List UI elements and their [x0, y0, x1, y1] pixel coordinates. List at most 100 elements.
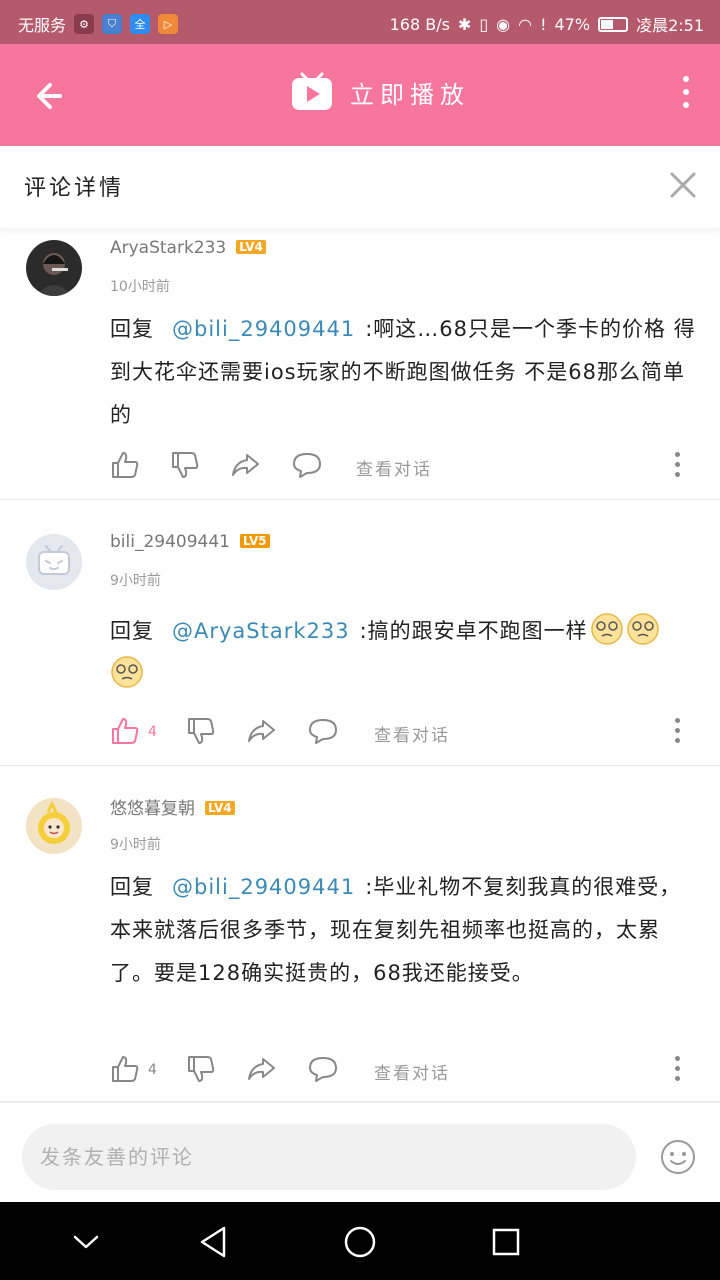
user-photo-icon: [36, 253, 72, 296]
like-button[interactable]: [110, 1054, 140, 1084]
system-nav-bar: [0, 1202, 720, 1280]
view-conversation-link[interactable]: 查看对话: [374, 1059, 450, 1084]
mention-link[interactable]: @bili_29409441: [172, 317, 355, 341]
full-icon: 全: [130, 14, 151, 34]
dislike-button[interactable]: [186, 1054, 216, 1084]
more-vertical-icon: [672, 718, 682, 743]
timestamp: 10小时前: [110, 279, 170, 295]
mention-link[interactable]: @bili_29409441: [172, 875, 355, 899]
dizzy-emoji-icon: [590, 613, 623, 645]
view-conversation-link[interactable]: 查看对话: [374, 721, 450, 746]
dizzy-emoji-icon: [626, 613, 659, 645]
nav-collapse-button[interactable]: [66, 1222, 106, 1262]
battery-icon: [598, 16, 629, 32]
back-button[interactable]: [30, 74, 74, 118]
comment-actions: 查看对话: [110, 450, 700, 484]
sim-alert-icon: !: [540, 14, 547, 34]
back-triangle-icon: [200, 1226, 226, 1258]
video-icon: ▷: [158, 14, 179, 34]
recents-square-icon: [492, 1228, 520, 1256]
status-bar: 无服务 ⚙ ⛉ 全 ▷ 168 B/s ✱ ▯ ◉ ◠ ! 47% 凌晨2:51: [0, 0, 720, 44]
username-row: AryaStark233 LV4: [110, 238, 266, 258]
thumbs-down-icon: [188, 718, 215, 744]
more-menu-button[interactable]: [678, 76, 694, 116]
share-button[interactable]: [246, 716, 276, 746]
more-vertical-icon: [678, 76, 694, 108]
share-button[interactable]: [246, 1054, 276, 1084]
username[interactable]: 悠悠暮复朝: [110, 799, 195, 819]
comment-item: bili_29409441 LV5 9小时前 回复 @AryaStark233:搞的…: [0, 500, 720, 766]
share-arrow-icon: [248, 720, 275, 742]
nav-home-button[interactable]: [340, 1222, 380, 1262]
mention-link[interactable]: @AryaStark233: [172, 619, 350, 643]
username[interactable]: AryaStark233: [110, 238, 226, 258]
dizzy-emoji-icon: [111, 656, 143, 688]
settings-icon: ⚙: [74, 14, 95, 34]
comment-more-button[interactable]: [672, 1056, 682, 1084]
chat-bubble-icon: [309, 1057, 337, 1082]
comment-more-button[interactable]: [672, 718, 682, 746]
panel-title: 评论详情: [24, 176, 125, 201]
nav-back-button[interactable]: [194, 1222, 234, 1262]
level-badge: LV4: [205, 801, 235, 815]
reply-button[interactable]: [292, 450, 322, 480]
timestamp: 9小时前: [110, 837, 161, 853]
dislike-button[interactable]: [186, 716, 216, 746]
reply-label: 回复: [110, 875, 154, 899]
reply-button[interactable]: [308, 1054, 338, 1084]
top-bar: 立即播放: [0, 44, 720, 146]
avatar[interactable]: [26, 534, 82, 590]
more-vertical-icon: [672, 452, 682, 477]
level-badge: LV4: [236, 240, 266, 254]
home-circle-icon: [344, 1226, 376, 1258]
chat-bubble-icon: [293, 453, 321, 478]
back-arrow-icon: [37, 83, 62, 109]
comment-item: AryaStark233 LV4 10小时前 回复 @bili_29409441:啊…: [0, 228, 720, 500]
reply-label: 回复: [110, 317, 154, 341]
net-speed: 168 B/s: [389, 14, 450, 34]
bluetooth-icon: ✱: [457, 14, 472, 34]
clock: 凌晨2:51: [636, 16, 704, 35]
avatar[interactable]: [26, 240, 82, 296]
share-arrow-icon: [248, 1058, 275, 1080]
username-row: 悠悠暮复朝 LV4: [110, 794, 235, 819]
comment-content: :搞的跟安卓不跑图一样: [359, 619, 588, 643]
thumbs-up-icon: [112, 1056, 139, 1082]
battery-text: 47%: [554, 14, 591, 34]
reply-button[interactable]: [308, 716, 338, 746]
smiley-icon: [661, 1140, 695, 1174]
vibrate-icon: ▯: [479, 14, 489, 34]
comment-text: 回复 @bili_29409441:毕业礼物不复刻我真的很难受，本来就落后很多季节…: [110, 866, 696, 995]
share-button[interactable]: [230, 450, 260, 480]
play-now-button[interactable]: 立即播放: [290, 72, 470, 112]
comment-actions: 4 查看对话: [110, 716, 700, 750]
thumbs-up-icon: [112, 452, 139, 478]
avatar[interactable]: [26, 798, 82, 854]
comment-actions: 4 查看对话: [110, 1054, 700, 1088]
comment-more-button[interactable]: [672, 452, 682, 480]
chevron-down-icon: [73, 1235, 99, 1249]
thumbs-up-icon: [112, 718, 139, 744]
like-button[interactable]: [110, 450, 140, 480]
like-count: 4: [148, 724, 157, 740]
play-now-label: 立即播放: [350, 80, 470, 109]
tv-play-icon: [292, 72, 332, 110]
like-button[interactable]: [110, 716, 140, 746]
comment-text: 回复 @bili_29409441:啊这…68只是一个季卡的价格 得到大花伞还需要…: [110, 308, 696, 437]
reply-label: 回复: [110, 619, 154, 643]
comment-input[interactable]: [22, 1124, 636, 1190]
shield-icon: ⛉: [102, 14, 123, 34]
comment-item: 悠悠暮复朝 LV4 9小时前 回复 @bili_29409441:毕业礼物不复刻我真…: [0, 766, 720, 1102]
close-button[interactable]: [668, 170, 698, 200]
comment-input-bar: [0, 1102, 720, 1202]
username[interactable]: bili_29409441: [110, 532, 230, 552]
emoji-button[interactable]: [660, 1139, 696, 1175]
close-icon: [670, 172, 696, 198]
dislike-button[interactable]: [170, 450, 200, 480]
bilibili-default-avatar-icon: [38, 545, 70, 575]
chat-bubble-icon: [309, 719, 337, 744]
view-conversation-link[interactable]: 查看对话: [356, 455, 432, 480]
wifi-icon: ◠: [518, 14, 533, 34]
nav-recents-button[interactable]: [486, 1222, 526, 1262]
carrier-text: 无服务: [18, 16, 67, 35]
